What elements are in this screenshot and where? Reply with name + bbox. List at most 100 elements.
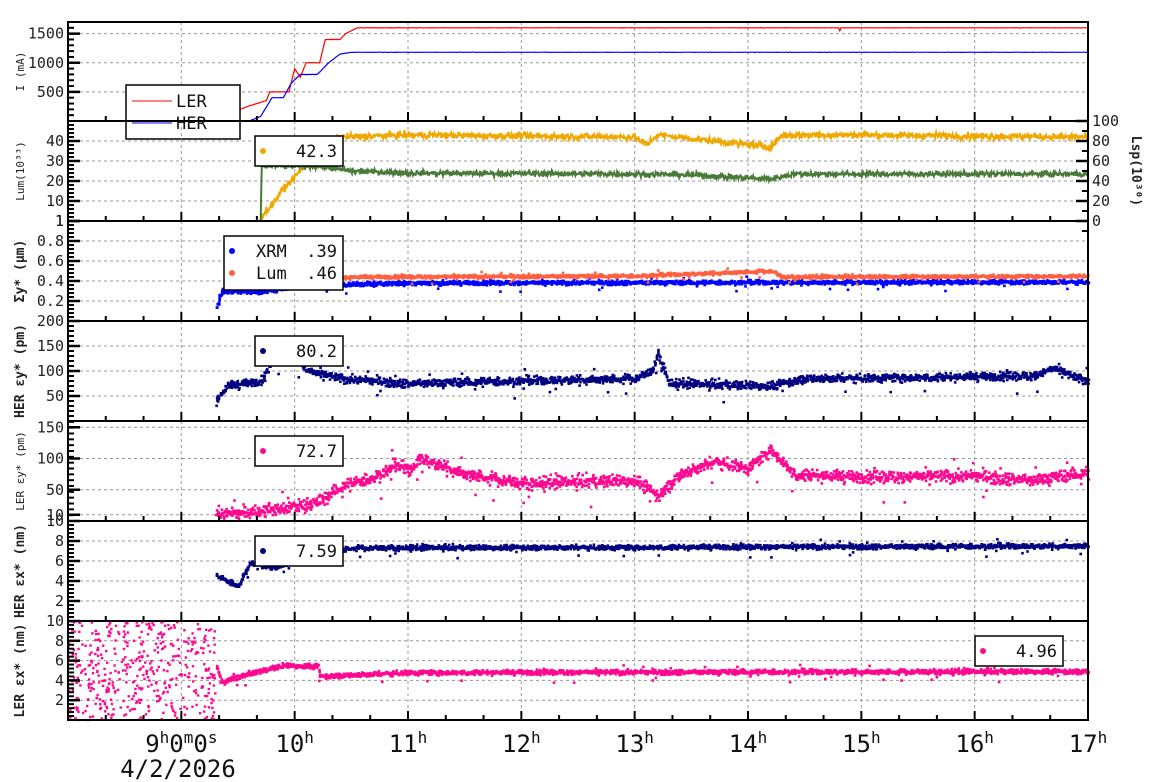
data-point (740, 276, 743, 279)
legend: 42.3 (254, 135, 344, 167)
y2-axis-label: Lsp(10³⁰) (1128, 136, 1143, 206)
data-point (484, 273, 488, 276)
data-point (330, 372, 333, 375)
data-point (442, 386, 445, 390)
data-point (382, 377, 386, 380)
data-point (997, 282, 1001, 286)
data-point (929, 283, 933, 287)
data-point (441, 382, 444, 385)
data-point (726, 267, 729, 270)
data-point (346, 376, 349, 380)
data-point (1057, 280, 1060, 283)
data-point (828, 287, 832, 291)
data-point (876, 287, 880, 291)
data-point (444, 384, 447, 387)
y-tick-label: 0.4 (37, 272, 64, 290)
data-point (977, 280, 981, 284)
series-xrm (215, 275, 1091, 309)
data-point (460, 372, 464, 375)
data-point (266, 368, 269, 371)
data-point (656, 269, 660, 272)
y-tick-label: 40 (46, 132, 64, 150)
data-point (215, 404, 218, 408)
data-point (366, 370, 370, 373)
data-point (215, 306, 219, 309)
data-point (236, 379, 240, 383)
data-point (460, 384, 463, 388)
data-point (250, 384, 254, 388)
panel-her-eps-y: 50100150200HER εy* (pm) 80.2 (13, 312, 1091, 422)
data-point (518, 376, 521, 379)
data-point (506, 383, 510, 386)
data-point (572, 278, 576, 282)
legend-marker (260, 148, 266, 154)
data-point (217, 397, 221, 401)
panels: 50010001500I (mA)LERHER11020304002040608… (13, 21, 1143, 722)
data-point (770, 287, 773, 290)
data-point (345, 292, 348, 295)
data-point (410, 282, 414, 286)
data-point (452, 384, 455, 387)
legend-value: 42.3 (296, 142, 337, 162)
data-point (646, 281, 650, 284)
data-point (253, 384, 256, 388)
data-point (735, 289, 738, 293)
data-point (218, 298, 221, 302)
data-point (687, 276, 691, 279)
legend-label: LER (176, 92, 207, 112)
series-line (68, 159, 1089, 222)
data-point (597, 288, 601, 292)
y2-tick-label: 100 (1092, 112, 1119, 130)
data-point (263, 377, 266, 380)
y-tick-label: 1000 (28, 54, 64, 72)
series-lsp (68, 159, 1089, 222)
data-point (788, 281, 791, 284)
legend-label: XRM (256, 242, 287, 262)
data-point (346, 366, 350, 369)
data-point (776, 285, 779, 289)
data-point (512, 385, 515, 389)
data-point (499, 290, 502, 293)
legend-marker (229, 270, 235, 276)
y2-tick-label: 0 (1092, 212, 1101, 230)
y-tick-label: 0.8 (37, 232, 64, 250)
data-point (1066, 287, 1069, 291)
y-axis-label: Lum(10³³) (14, 141, 27, 201)
y-tick-label: 20 (46, 172, 64, 190)
data-point (544, 284, 547, 287)
data-point (379, 389, 382, 393)
data-point (319, 375, 323, 379)
data-point (403, 385, 407, 389)
y-tick-label: 0.6 (37, 252, 64, 270)
y-tick-label: 500 (37, 83, 64, 101)
data-point (594, 271, 597, 274)
data-point (439, 284, 443, 287)
data-point (436, 287, 440, 290)
data-point (378, 376, 382, 379)
data-point (855, 282, 859, 286)
legend: LERHER (125, 84, 241, 140)
data-point (914, 278, 918, 281)
data-point (371, 383, 374, 386)
data-point (267, 370, 270, 374)
data-point (351, 372, 354, 376)
data-point (328, 378, 332, 381)
y-tick-label: 0.2 (37, 292, 64, 310)
data-point (519, 290, 522, 293)
data-point (561, 271, 565, 275)
data-point (896, 278, 900, 282)
data-point (394, 374, 397, 378)
data-point (224, 389, 227, 393)
data-point (339, 380, 342, 384)
data-point (480, 270, 483, 274)
data-point (481, 385, 485, 388)
y2-tick-label: 20 (1092, 192, 1110, 210)
data-point (513, 397, 516, 400)
data-point (398, 378, 402, 382)
data-point (297, 376, 301, 379)
data-point (500, 271, 503, 275)
data-point (343, 382, 346, 385)
data-point (375, 374, 379, 377)
data-point (392, 385, 396, 389)
data-point (448, 378, 452, 382)
